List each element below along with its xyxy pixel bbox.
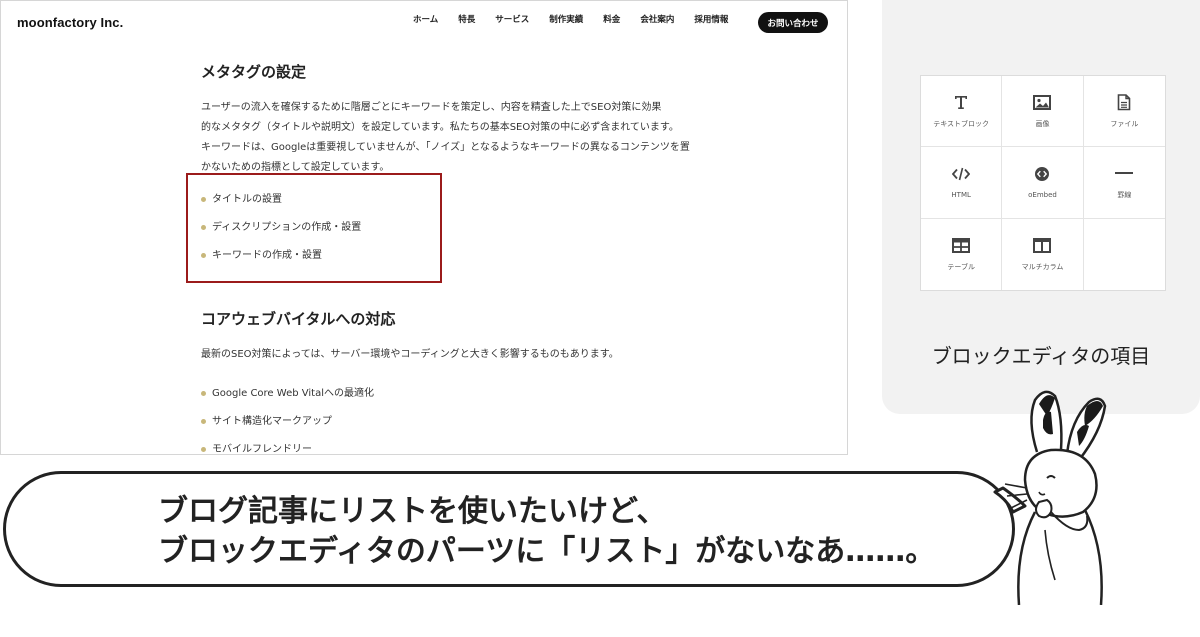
bullet-dot-icon (201, 419, 206, 424)
block-image[interactable]: 画像 (1002, 76, 1084, 148)
list-item-label: Google Core Web Vitalへの最適化 (212, 388, 374, 399)
block-grid: テキストブロック 画像 ファイル HTML oEmbed 罫線 テーブル マルチ… (920, 75, 1166, 291)
block-label: 罫線 (1117, 191, 1132, 200)
nav-item-services[interactable]: サービス (495, 13, 529, 25)
speech-bubble-text: ブログ記事にリストを使いたいけど、 ブロックエディタのパーツに「リスト」がないな… (158, 492, 935, 572)
block-editor-panel: テキストブロック 画像 ファイル HTML oEmbed 罫線 テーブル マルチ… (882, 0, 1200, 414)
nav-item-company[interactable]: 会社案内 (640, 13, 674, 25)
contact-button[interactable]: お問い合わせ (758, 12, 828, 33)
block-html[interactable]: HTML (921, 147, 1003, 219)
block-label: ファイル (1110, 120, 1139, 129)
website-screenshot: moonfactory Inc. ホーム 特長 サービス 制作実績 料金 会社案… (0, 0, 848, 455)
section-heading: コアウェブバイタルへの対応 (201, 310, 396, 328)
list-item-label: サイト構造化マークアップ (212, 416, 332, 427)
block-text[interactable]: テキストブロック (921, 76, 1003, 148)
image-icon (1033, 93, 1052, 111)
empty-cell (1084, 219, 1165, 290)
paragraph-line: 最新のSEO対策によっては、サーバー環境やコーディングと大きく影響するものもあり… (201, 349, 619, 360)
site-header: moonfactory Inc. ホーム 特長 サービス 制作実績 料金 会社案… (1, 1, 847, 43)
text-icon (952, 93, 970, 111)
list-item: サイト構造化マークアップ (201, 415, 374, 443)
block-label: マルチカラム (1021, 263, 1064, 272)
block-label: oEmbed (1028, 191, 1057, 200)
block-file[interactable]: ファイル (1083, 76, 1165, 148)
block-separator[interactable]: 罫線 (1083, 147, 1165, 219)
file-icon (1115, 93, 1133, 111)
nav-item-pricing[interactable]: 料金 (603, 13, 620, 25)
block-oembed[interactable]: oEmbed (1002, 147, 1084, 219)
embed-icon (1033, 165, 1051, 183)
paragraph-line: ユーザーの流入を確保するために階層ごとにキーワードを策定し、内容を精査した上でS… (201, 102, 662, 113)
nav-item-works[interactable]: 制作実績 (549, 13, 583, 25)
section-paragraph: 最新のSEO対策によっては、サーバー環境やコーディングと大きく影響するものもあり… (201, 345, 619, 365)
speech-line: ブロックエディタのパーツに「リスト」がないなあ……。 (158, 534, 936, 569)
block-label: テキストブロック (933, 120, 990, 129)
block-multicolumn[interactable]: マルチカラム (1002, 218, 1084, 290)
table-icon (952, 236, 971, 254)
list-item: モバイルフレンドリー (201, 443, 374, 455)
highlight-box (186, 173, 442, 283)
section-paragraph: ユーザーの流入を確保するために階層ごとにキーワードを策定し、内容を精査した上でS… (201, 98, 690, 178)
separator-icon (1115, 164, 1134, 182)
list-item: Google Core Web Vitalへの最適化 (201, 387, 374, 415)
paragraph-line: 的なメタタグ（タイトルや説明文）を設定しています。私たちの基本SEO対策の中に必… (201, 122, 679, 133)
columns-icon (1033, 236, 1052, 254)
main-nav: ホーム 特長 サービス 制作実績 料金 会社案内 採用情報 (413, 13, 748, 25)
site-logo[interactable]: moonfactory Inc. (17, 15, 123, 30)
section-heading: メタタグの設定 (201, 63, 307, 81)
code-icon (952, 165, 971, 183)
block-label: テーブル (947, 263, 975, 272)
block-label: HTML (951, 191, 971, 200)
block-label: 画像 (1035, 120, 1050, 129)
bullet-dot-icon (201, 391, 206, 396)
list-item-label: モバイルフレンドリー (212, 444, 312, 455)
bullet-dot-icon (201, 447, 206, 452)
speech-line: ブログ記事にリストを使いたいけど、 (158, 494, 667, 529)
nav-item-recruit[interactable]: 採用情報 (694, 13, 728, 25)
rabbit-illustration (955, 380, 1155, 609)
nav-item-home[interactable]: ホーム (413, 13, 438, 25)
nav-item-features[interactable]: 特長 (458, 13, 475, 25)
block-table[interactable]: テーブル (921, 218, 1003, 290)
panel-caption: ブロックエディタの項目 (931, 344, 1151, 368)
bullet-list: Google Core Web Vitalへの最適化 サイト構造化マークアップ … (201, 387, 374, 455)
paragraph-line: キーワードは、Googleは重要視していませんが、「ノイズ」となるようなキーワー… (201, 142, 690, 153)
